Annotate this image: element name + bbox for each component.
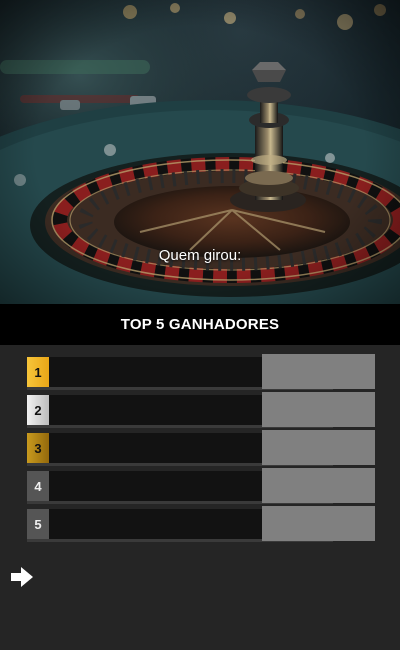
score-box	[262, 392, 375, 427]
rank-badge-5: 5	[27, 509, 49, 539]
score-box	[262, 468, 375, 503]
leaderboard-header: TOP 5 GANHADORES	[0, 304, 400, 345]
rank-badge-2: 2	[27, 395, 49, 425]
leaderboard-row-5: 5	[0, 506, 400, 544]
leaderboard-row-1: 1	[0, 354, 400, 392]
leaderboard-title: TOP 5 GANHADORES	[120, 316, 280, 333]
leaderboard-row-4: 4	[0, 468, 400, 506]
score-box	[262, 354, 375, 389]
arrow-right-icon[interactable]	[10, 566, 34, 588]
rank-badge-1: 1	[27, 357, 49, 387]
rank-badge-3: 3	[27, 433, 49, 463]
leaderboard-row-2: 2	[0, 392, 400, 430]
rank-badge-4: 4	[27, 471, 49, 501]
score-box	[262, 506, 375, 541]
spinner-caption: Quem girou:	[158, 247, 242, 264]
score-box	[262, 430, 375, 465]
leaderboard-row-3: 3	[0, 430, 400, 468]
hero-roulette-image: Quem girou:	[0, 0, 400, 304]
